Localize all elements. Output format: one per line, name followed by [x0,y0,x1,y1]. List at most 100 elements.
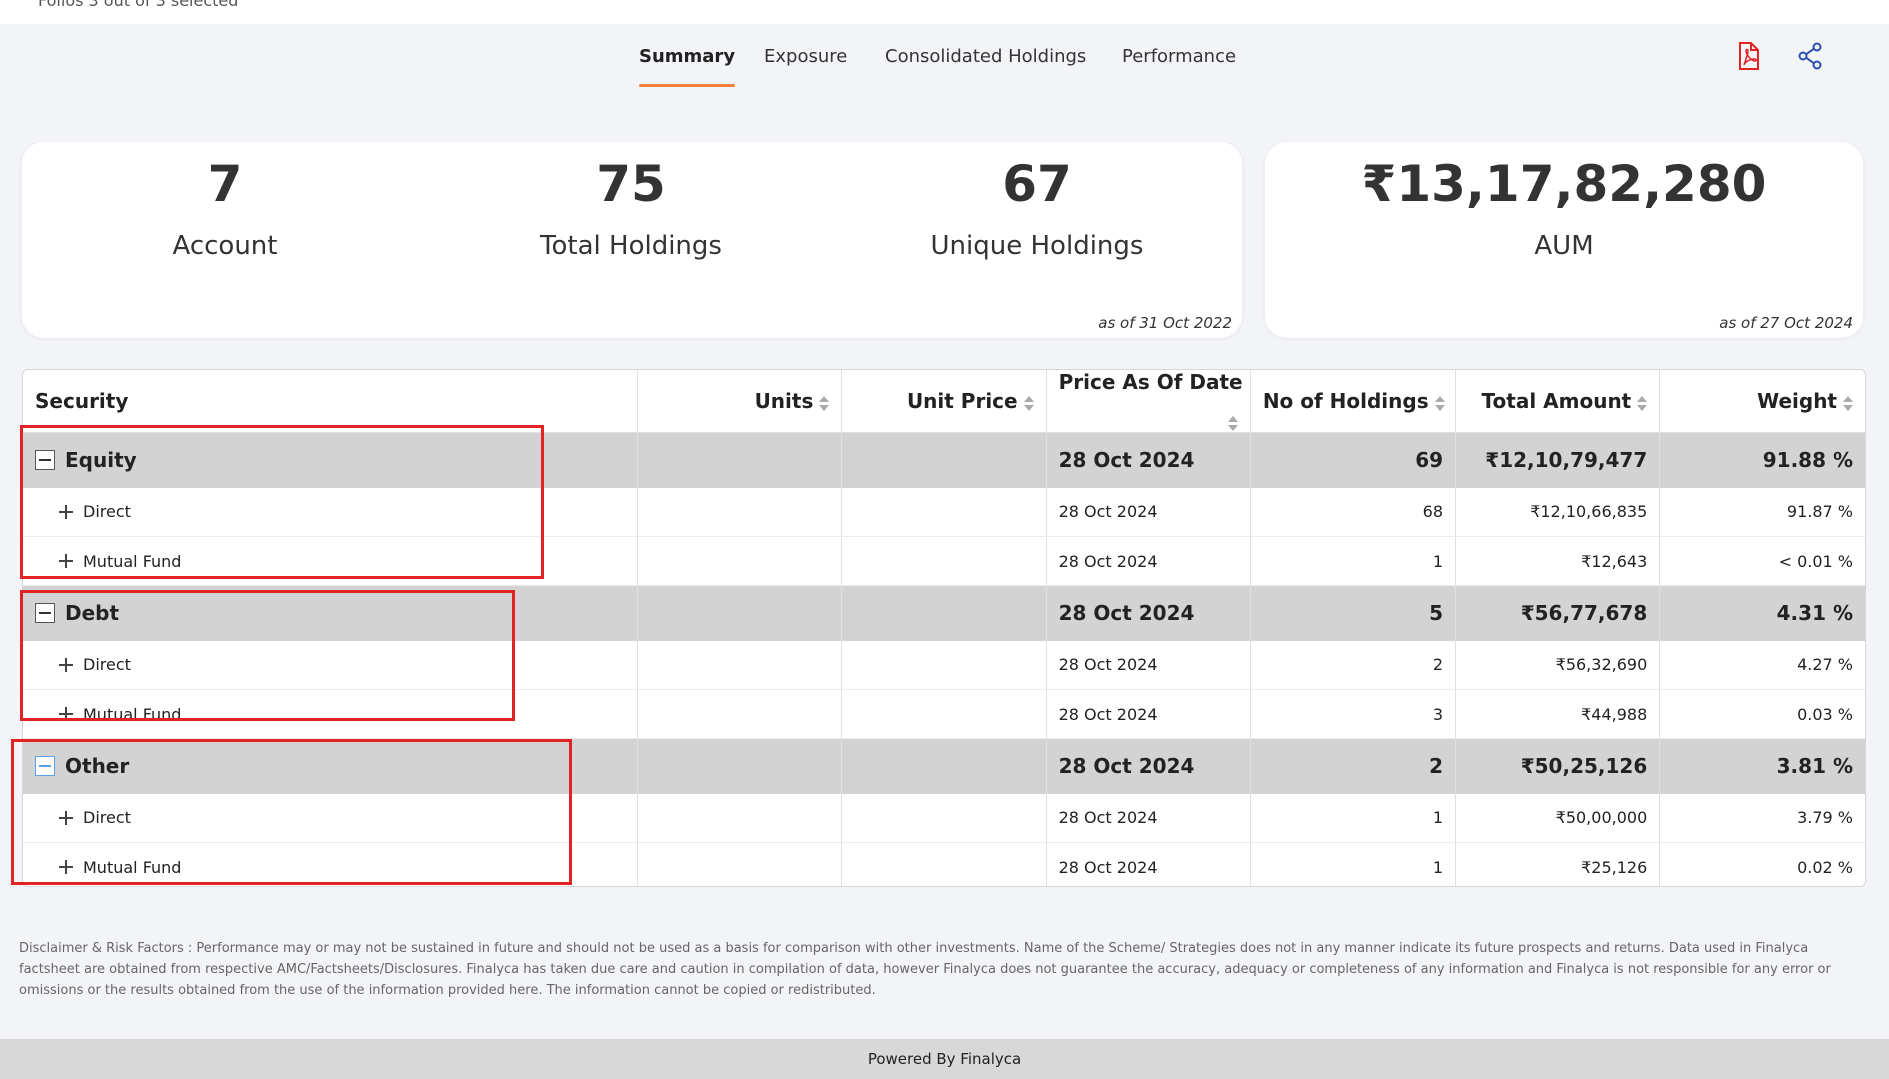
folio-selection-text: Folios 3 out of 3 selected [38,0,239,10]
tab-summary[interactable]: Summary [639,46,736,87]
weight-cell: < 0.01 % [1659,536,1865,586]
row-name-cell: Direct [23,487,639,537]
tab-consolidated-holdings[interactable]: Consolidated Holdings [885,46,1086,67]
unique-holdings-label: Unique Holdings [930,231,1144,261]
table-row[interactable]: Mutual Fund 28 Oct 2024 1 ₹25,126 0.02 % [23,842,1865,886]
col-header-no-of-holdings-label: No of Holdings [1262,389,1429,413]
aum-stat: ₹13,17,82,280 AUM [1265,152,1863,261]
row-name-cell: Direct [23,793,639,843]
tab-performance[interactable]: Performance [1122,46,1236,67]
sort-icon[interactable] [1637,394,1648,412]
units-cell [637,842,843,886]
col-header-security-label: Security [35,389,129,413]
expand-icon[interactable] [59,504,73,519]
collapse-icon[interactable] [35,603,55,624]
group-row-debt[interactable]: Debt 28 Oct 2024 5 ₹56,77,678 4.31 % [23,585,1865,641]
table-row[interactable]: Mutual Fund 28 Oct 2024 1 ₹12,643 < 0.01… [23,536,1865,586]
table-row[interactable]: Direct 28 Oct 2024 68 ₹12,10,66,835 91.8… [23,487,1865,537]
row-name-cell: Mutual Fund [23,842,639,886]
pdf-icon[interactable] [1732,40,1764,72]
units-cell [637,689,843,739]
units-cell [637,585,843,641]
unit-price-cell [841,432,1047,488]
amount-cell: ₹50,00,000 [1455,793,1661,843]
date-cell: 28 Oct 2024 [1046,432,1251,488]
units-cell [637,487,843,537]
collapse-icon[interactable] [35,450,55,471]
footer: Powered By Finalyca [0,1039,1889,1079]
units-cell [637,432,843,488]
unit-price-cell [841,536,1047,586]
amount-cell: ₹50,25,126 [1455,738,1661,794]
date-cell: 28 Oct 2024 [1046,585,1251,641]
units-cell [637,536,843,586]
weight-cell: 4.31 % [1776,601,1853,626]
col-header-unit-price[interactable]: Unit Price [841,370,1047,433]
total-holdings-count: 75 [596,155,666,213]
expand-icon[interactable] [59,707,73,721]
date-cell: 28 Oct 2024 [1046,842,1251,886]
col-header-total-amount-label: Total Amount [1481,389,1632,413]
share-icon[interactable] [1794,40,1826,72]
row-name: Direct [83,655,131,675]
holdings-cell: 2 [1250,738,1457,794]
weight-cell: 0.02 % [1659,842,1865,886]
row-name: Mutual Fund [83,551,182,571]
date-cell: 28 Oct 2024 [1046,793,1251,843]
col-header-unit-price-label: Unit Price [906,389,1018,413]
tab-exposure[interactable]: Exposure [764,46,847,67]
aum-as-of: as of 27 Oct 2024 [1719,314,1853,332]
unit-price-cell [841,640,1047,690]
date-cell: 28 Oct 2024 [1046,536,1251,586]
total-holdings-stat: 75 Total Holdings [431,152,831,261]
row-name: Mutual Fund [83,704,182,724]
footer-text: Powered By Finalyca [867,1050,1022,1068]
holdings-cell: 2 [1250,640,1457,690]
holdings-cell: 68 [1250,487,1457,537]
group-row-equity[interactable]: Equity 28 Oct 2024 69 ₹12,10,79,477 91.8… [23,432,1865,488]
table-row[interactable]: Mutual Fund 28 Oct 2024 3 ₹44,988 0.03 % [23,689,1865,739]
aum-label: AUM [1534,231,1594,261]
group-row-other[interactable]: Other 28 Oct 2024 2 ₹50,25,126 3.81 % [23,738,1865,794]
unique-holdings-count: 67 [1002,155,1072,213]
sort-icon[interactable] [1434,394,1445,412]
expand-icon[interactable] [59,554,73,568]
col-header-units[interactable]: Units [637,370,843,433]
group-name-cell: Equity [23,432,639,488]
expand-icon[interactable] [59,810,73,825]
unit-price-cell [841,487,1047,537]
units-cell [637,738,843,794]
date-cell: 28 Oct 2024 [1046,689,1251,739]
sort-icon[interactable] [1227,414,1238,432]
collapse-icon[interactable] [35,756,55,777]
weight-cell: 91.88 % [1762,448,1853,473]
row-name-cell: Direct [23,640,639,690]
sort-icon[interactable] [819,394,830,412]
sort-icon[interactable] [1843,394,1853,412]
sort-icon[interactable] [1023,394,1034,412]
holdings-cell: 1 [1250,793,1457,843]
amount-cell: ₹12,10,66,835 [1455,487,1661,537]
col-header-total-amount[interactable]: Total Amount [1455,370,1661,433]
col-header-no-of-holdings[interactable]: No of Holdings [1250,370,1457,433]
table-row[interactable]: Direct 28 Oct 2024 1 ₹50,00,000 3.79 % [23,793,1865,843]
row-name: Direct [83,808,131,828]
table-row[interactable]: Direct 28 Oct 2024 2 ₹56,32,690 4.27 % [23,640,1865,690]
weight-cell: 4.27 % [1659,640,1865,690]
col-header-security[interactable]: Security [23,370,639,433]
col-header-weight[interactable]: Weight [1659,370,1865,433]
date-cell: 28 Oct 2024 [1046,640,1251,690]
expand-icon[interactable] [59,860,73,874]
expand-icon[interactable] [59,657,73,672]
group-name-cell: Debt [23,585,639,641]
holdings-cell: 1 [1250,536,1457,586]
disclaimer-text: Disclaimer & Risk Factors : Performance … [19,941,1831,998]
table-header-row: Security Units Unit Price Price As Of Da… [23,370,1865,433]
unit-price-cell [841,585,1047,641]
col-header-price-as-of-date[interactable]: Price As Of Date [1046,370,1251,433]
amount-cell: ₹56,77,678 [1455,585,1661,641]
tab-bar: Summary Exposure Consolidated Holdings P… [0,24,1889,88]
col-header-price-as-of-date-label: Price As Of Date [1058,370,1243,394]
amount-cell: ₹12,643 [1455,536,1661,586]
unique-holdings-stat: 67 Unique Holdings [837,152,1237,261]
